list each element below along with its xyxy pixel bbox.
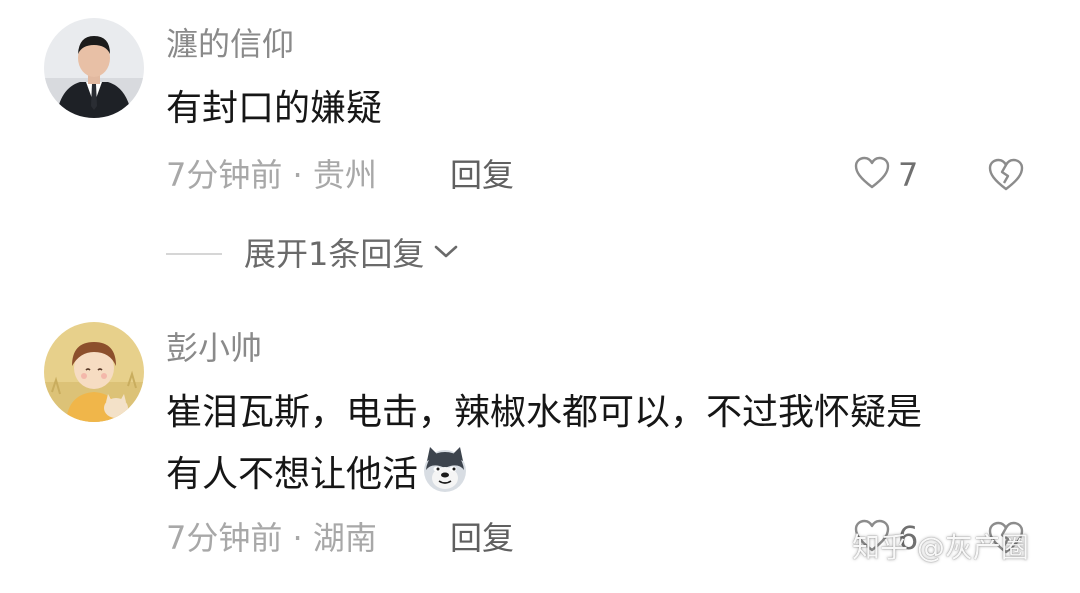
username[interactable]: 瀍的信仰 xyxy=(166,24,294,64)
broken-heart-icon xyxy=(986,158,1026,199)
doge-emoji-icon xyxy=(420,444,470,494)
reply-button[interactable]: 回复 xyxy=(450,518,514,558)
user-avatar-2[interactable] xyxy=(44,322,144,422)
expand-replies-label: 展开1条回复 xyxy=(244,235,425,273)
comment-meta: 7分钟前 · 贵州 xyxy=(166,156,377,194)
watermark: 知乎 @灰产圈 xyxy=(852,531,1029,564)
comment-text-line-2-text: 有人不想让他活 xyxy=(166,454,419,495)
like-button[interactable]: 7 xyxy=(852,155,918,195)
chevron-down-icon xyxy=(432,242,460,266)
dislike-button[interactable] xyxy=(986,155,1026,195)
comment-text-line-2: 有人不想让他活 xyxy=(166,444,1046,506)
divider xyxy=(166,253,222,255)
comment-meta: 7分钟前 · 湖南 xyxy=(166,519,377,557)
heart-icon xyxy=(852,153,892,197)
comment-text: 崔泪瓦斯，电击，辣椒水都可以，不过我怀疑是 有人不想让他活 xyxy=(166,382,1046,506)
like-count: 7 xyxy=(898,156,919,194)
comment-text-line-1: 崔泪瓦斯，电击，辣椒水都可以，不过我怀疑是 xyxy=(166,392,923,433)
user-avatar-1[interactable] xyxy=(44,18,144,118)
reply-button[interactable]: 回复 xyxy=(450,155,514,195)
username[interactable]: 彭小帅 xyxy=(166,328,262,368)
comment-text: 有封口的嫌疑 xyxy=(166,88,383,129)
expand-replies-button[interactable]: 展开1条回复 xyxy=(166,234,460,274)
